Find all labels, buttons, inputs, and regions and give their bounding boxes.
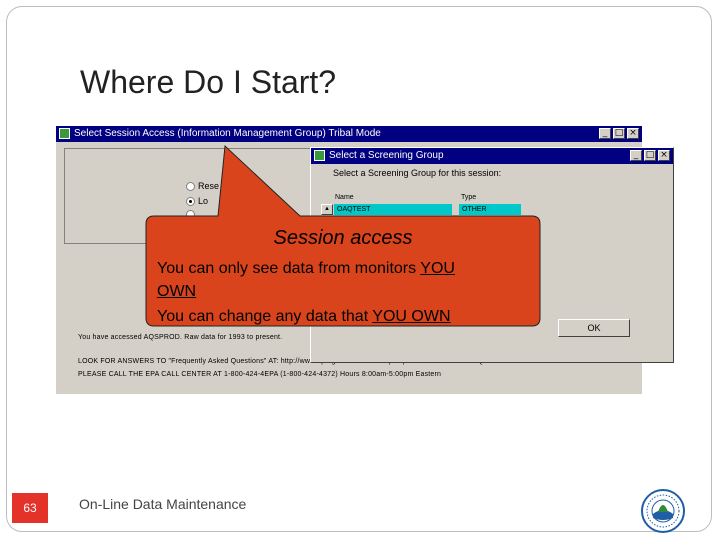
- dialog-titlebar: Select a Screening Group _ □ ×: [311, 148, 673, 164]
- access-info-line: You have accessed AQSPROD. Raw data for …: [78, 334, 283, 341]
- dialog-title: Select a Screening Group: [329, 150, 444, 161]
- close-icon[interactable]: ×: [658, 150, 670, 161]
- callout-line-3-emphasis: YOU OWN: [372, 308, 451, 325]
- minimize-icon[interactable]: _: [630, 150, 642, 161]
- callout-line-1-emphasis: YOU: [420, 260, 455, 277]
- callout-line-3: You can change any data that YOU OWN: [157, 308, 451, 326]
- scroll-up-icon[interactable]: ▲: [321, 204, 333, 215]
- dialog-app-icon: [314, 150, 325, 161]
- callout-line-1: You can only see data from monitors YOU: [157, 260, 455, 278]
- maximize-icon[interactable]: □: [613, 128, 625, 139]
- main-window-title: Select Session Access (Information Manag…: [74, 128, 381, 139]
- close-icon[interactable]: ×: [627, 128, 639, 139]
- group-name-cell[interactable]: OAQTEST: [334, 204, 452, 215]
- dialog-window-controls: _ □ ×: [630, 150, 670, 161]
- window-controls: _ □ ×: [599, 128, 639, 139]
- radio-option-2[interactable]: Lo: [186, 196, 208, 206]
- radio-button[interactable]: [186, 181, 195, 191]
- callout-line-2: OWN: [157, 283, 196, 301]
- app-icon: [59, 128, 70, 139]
- radio-option-3[interactable]: [186, 210, 195, 219]
- minimize-icon[interactable]: _: [599, 128, 611, 139]
- maximize-icon[interactable]: □: [644, 150, 656, 161]
- main-window-titlebar: Select Session Access (Information Manag…: [56, 126, 642, 142]
- radio-button[interactable]: [186, 210, 195, 219]
- radio-label: Rese: [198, 181, 220, 191]
- epa-seal-icon: [641, 489, 685, 533]
- slide-title: Where Do I Start?: [80, 64, 337, 100]
- column-header-type: Type: [461, 194, 477, 201]
- call-center-info-line: PLEASE CALL THE EPA CALL CENTER AT 1-800…: [78, 371, 442, 378]
- column-header-name: Name: [335, 194, 354, 201]
- screening-group-dialog: Select a Screening Group _ □ × Select a …: [310, 147, 674, 363]
- callout-line-1-text: You can only see data from monitors: [157, 260, 421, 277]
- group-type-cell[interactable]: OTHER: [459, 204, 521, 215]
- radio-button-selected[interactable]: [186, 196, 195, 206]
- radio-option-1[interactable]: Rese: [186, 181, 219, 191]
- radio-label: Lo: [198, 196, 209, 206]
- footer-text: On-Line Data Maintenance: [79, 496, 247, 512]
- ok-button[interactable]: OK: [558, 319, 630, 337]
- callout-line-2-emphasis: OWN: [157, 283, 197, 300]
- callout-line-3-text: You can change any data that: [157, 308, 373, 325]
- dialog-prompt: Select a Screening Group for this sessio…: [333, 168, 502, 178]
- callout-title: Session access: [273, 227, 413, 249]
- page-number: 63: [12, 493, 48, 523]
